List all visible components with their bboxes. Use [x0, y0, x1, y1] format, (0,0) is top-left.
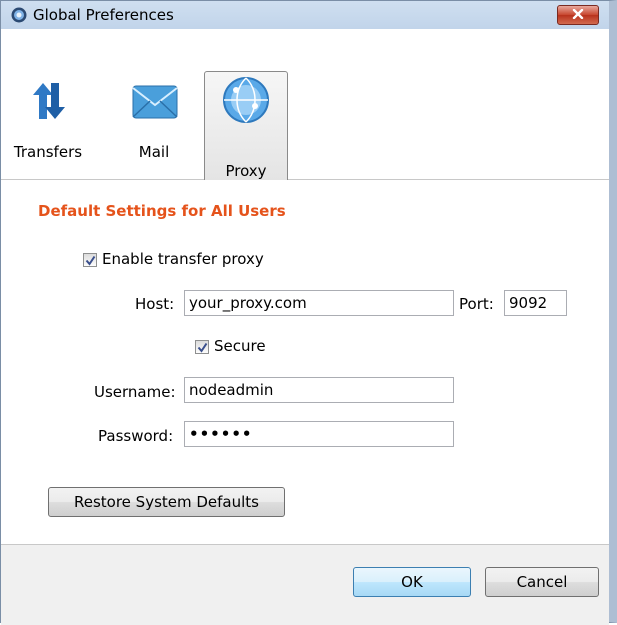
globe-network-icon: [223, 77, 269, 123]
checkmark-icon: [85, 255, 96, 266]
password-input[interactable]: ••••••: [184, 421, 454, 447]
globe-icon: [11, 7, 27, 23]
ok-button[interactable]: OK: [353, 567, 471, 597]
username-label: Username:: [94, 383, 176, 401]
secure-label[interactable]: Secure: [214, 337, 266, 355]
toolbar-item-label: Proxy: [225, 162, 267, 180]
toolbar-item-mail[interactable]: Mail: [119, 41, 189, 161]
dialog-footer: OK Cancel: [1, 544, 609, 625]
enable-proxy-checkbox[interactable]: [83, 253, 97, 267]
host-label: Host:: [135, 295, 175, 313]
cancel-button[interactable]: Cancel: [485, 567, 599, 597]
transfer-arrows-icon: [33, 83, 65, 119]
port-label: Port:: [459, 295, 494, 313]
settings-panel: Default Settings for All Users Enable tr…: [1, 180, 609, 544]
secure-checkbox[interactable]: [195, 340, 209, 354]
close-button[interactable]: [557, 5, 599, 25]
port-input[interactable]: 9092: [504, 290, 567, 316]
title-bar[interactable]: Global Preferences: [1, 1, 609, 29]
toolbar-item-label: Transfers: [13, 143, 83, 161]
toolbar-item-label: Mail: [138, 143, 170, 161]
close-icon: [572, 7, 584, 23]
password-label: Password:: [98, 427, 174, 445]
enable-proxy-label[interactable]: Enable transfer proxy: [102, 250, 264, 268]
window-title: Global Preferences: [33, 6, 174, 24]
section-title: Default Settings for All Users: [38, 202, 286, 220]
host-input[interactable]: your_proxy.com: [184, 290, 454, 316]
username-input[interactable]: nodeadmin: [184, 377, 454, 403]
restore-defaults-button[interactable]: Restore System Defaults: [48, 487, 285, 517]
preferences-dialog: Global Preferences Transfers Mail Proxy …: [0, 0, 617, 625]
toolbar-item-proxy[interactable]: Proxy: [204, 71, 288, 189]
envelope-icon: [132, 85, 178, 119]
preferences-toolbar: Transfers Mail Proxy: [1, 29, 609, 189]
toolbar-item-transfers[interactable]: Transfers: [7, 41, 89, 161]
checkmark-icon: [197, 342, 208, 353]
